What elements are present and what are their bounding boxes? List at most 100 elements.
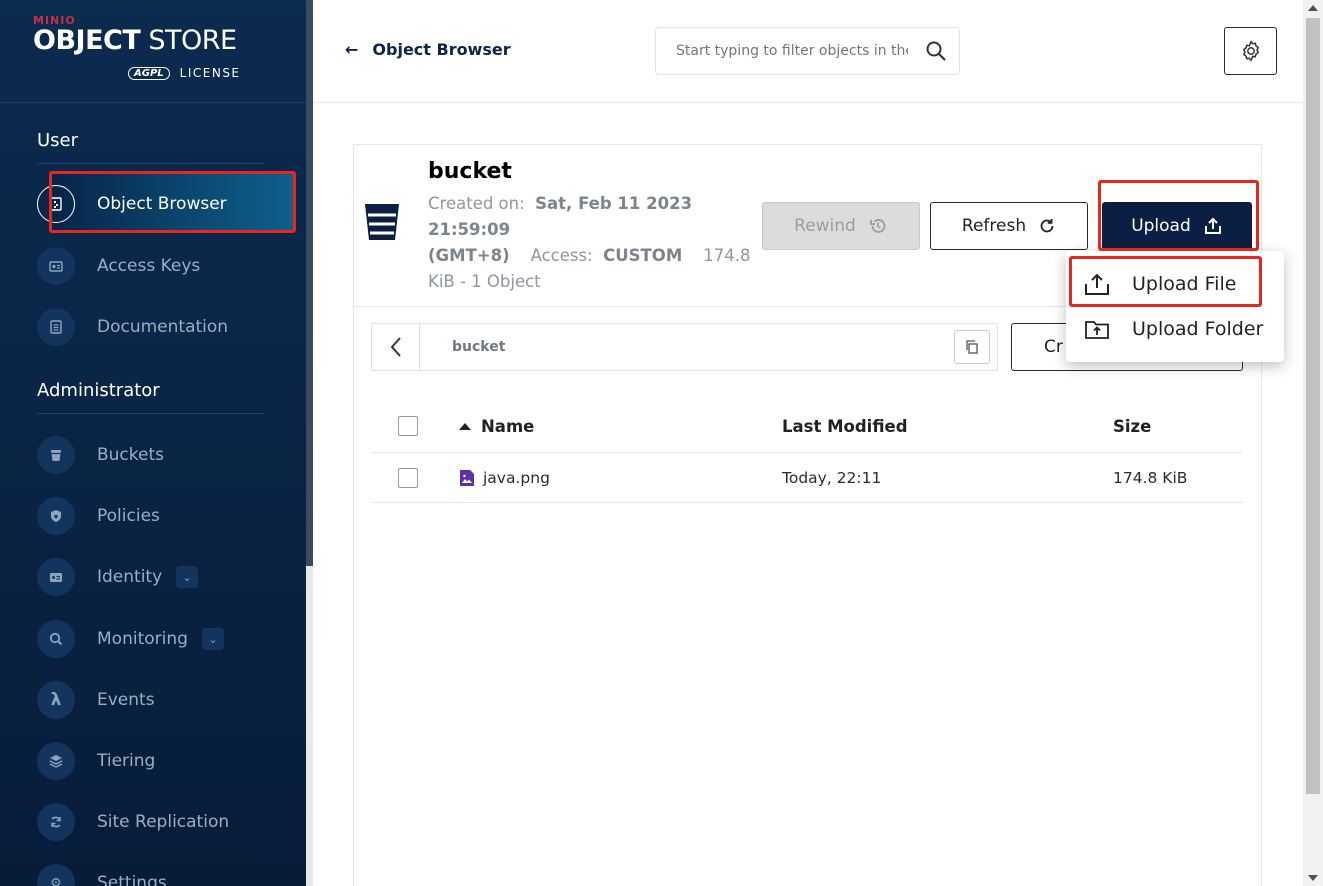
rewind-label: Rewind <box>794 216 856 236</box>
buckets-icon <box>37 436 75 474</box>
page-title: Object Browser <box>372 40 511 59</box>
site-replication-icon <box>37 803 75 841</box>
sidebar: MINIO OBJECT STORE AGPL LICENSE User Obj… <box>0 0 306 886</box>
sidebar-item-object-browser[interactable]: Object Browser <box>37 184 227 224</box>
divider <box>37 413 264 414</box>
tiering-icon <box>37 742 75 780</box>
breadcrumb-path[interactable]: bucket <box>452 339 505 355</box>
chevron-left-icon <box>390 337 401 357</box>
objects-table: Name Last Modified Size java.png Today, … <box>371 400 1243 503</box>
minio-logo[interactable]: MINIO OBJECT STORE AGPL LICENSE <box>33 14 273 94</box>
sidebar-item-events[interactable]: λ Events <box>37 680 155 720</box>
upload-button[interactable]: Upload <box>1102 202 1252 250</box>
upload-file-icon <box>1085 273 1109 295</box>
bucket-meta: Created on: Sat, Feb 11 2023 21:59:09 (G… <box>428 191 758 295</box>
chevron-down-icon[interactable]: ⌄ <box>176 566 199 588</box>
search-box[interactable] <box>655 27 960 75</box>
size-column-header[interactable]: Size <box>1113 417 1151 436</box>
license-label: LICENSE <box>179 66 241 80</box>
license-badge: AGPL LICENSE <box>128 66 241 80</box>
back-to-object-browser[interactable]: ← Object Browser <box>345 40 511 59</box>
gear-icon <box>1242 40 1259 62</box>
image-file-icon <box>460 469 474 486</box>
refresh-button[interactable]: Refresh <box>930 202 1088 250</box>
sidebar-item-label: Documentation <box>97 317 229 337</box>
monitoring-icon <box>37 620 75 658</box>
sidebar-item-documentation[interactable]: Documentation <box>37 307 228 347</box>
agpl-logo: AGPL <box>128 66 170 80</box>
top-header: ← Object Browser <box>313 0 1303 103</box>
sidebar-item-settings[interactable]: ⚙ Settings <box>37 863 167 886</box>
object-name: java.png <box>459 469 550 487</box>
copy-path-button[interactable] <box>954 330 990 364</box>
sidebar-item-label: Settings <box>97 873 167 886</box>
sidebar-item-label: Events <box>97 690 155 710</box>
documentation-icon <box>37 308 75 346</box>
created-label: Created on: <box>428 194 525 213</box>
policies-icon <box>37 497 75 535</box>
last-modified-column-header[interactable]: Last Modified <box>782 417 908 436</box>
upload-folder-icon <box>1085 321 1109 339</box>
object-size: 174.8 KiB <box>1113 468 1188 487</box>
sidebar-item-label: Monitoring <box>97 629 188 649</box>
access-keys-icon <box>37 247 75 285</box>
upload-folder-label: Upload Folder <box>1132 318 1264 340</box>
divider <box>37 163 264 164</box>
search-icon[interactable] <box>925 40 947 62</box>
search-input[interactable] <box>676 43 908 59</box>
refresh-label: Refresh <box>961 216 1027 236</box>
access-value: CUSTOM <box>603 246 683 265</box>
breadcrumb-back-button[interactable] <box>372 324 420 370</box>
sidebar-item-label: Site Replication <box>97 812 230 832</box>
scrollbar-thumb[interactable] <box>306 0 313 566</box>
sidebar-scrollbar[interactable] <box>306 0 313 886</box>
rewind-button[interactable]: Rewind <box>762 202 920 250</box>
chevron-down-icon[interactable]: ⌄ <box>201 628 224 650</box>
identity-icon <box>37 558 75 596</box>
section-title-user: User <box>37 130 79 151</box>
row-checkbox[interactable] <box>398 467 418 488</box>
scroll-down-arrow-icon[interactable] <box>1308 875 1318 881</box>
upload-label: Upload <box>1131 216 1191 236</box>
upload-file-label: Upload File <box>1132 273 1237 295</box>
arrow-left-icon: ← <box>345 40 359 59</box>
bucket-icon <box>365 204 399 240</box>
sidebar-item-label: Object Browser <box>97 194 227 214</box>
scroll-up-arrow-icon[interactable] <box>1308 5 1318 11</box>
upload-menu: Upload File Upload Folder <box>1066 251 1284 362</box>
page-scrollbar[interactable] <box>1303 0 1323 886</box>
sort-ascending-icon <box>459 422 471 430</box>
breadcrumb: bucket <box>371 323 998 371</box>
section-title-administrator: Administrator <box>37 380 160 401</box>
sidebar-item-label: Buckets <box>97 445 165 465</box>
sidebar-item-identity[interactable]: Identity ⌄ <box>37 557 199 597</box>
sidebar-item-label: Access Keys <box>97 256 201 276</box>
name-column-header[interactable]: Name <box>459 417 534 436</box>
sidebar-item-policies[interactable]: Policies <box>37 496 160 536</box>
sidebar-item-tiering[interactable]: Tiering <box>37 741 155 781</box>
sidebar-item-label: Policies <box>97 506 160 526</box>
table-row[interactable]: java.png Today, 22:11 174.8 KiB <box>371 453 1243 503</box>
bucket-name: bucket <box>428 159 512 184</box>
refresh-icon <box>1040 219 1054 233</box>
upload-icon <box>1204 217 1221 234</box>
sidebar-item-monitoring[interactable]: Monitoring ⌄ <box>37 619 224 659</box>
sidebar-item-access-keys[interactable]: Access Keys <box>37 246 200 286</box>
sidebar-item-buckets[interactable]: Buckets <box>37 435 164 475</box>
table-header: Name Last Modified Size <box>371 400 1243 453</box>
object-browser-icon <box>37 185 75 223</box>
lambda-icon: λ <box>37 681 75 719</box>
history-icon <box>869 219 886 233</box>
sidebar-item-site-replication[interactable]: Site Replication <box>37 802 229 842</box>
upload-file-menu-item[interactable]: Upload File <box>1066 262 1284 306</box>
select-all-checkbox[interactable] <box>398 416 418 436</box>
upload-folder-menu-item[interactable]: Upload Folder <box>1066 307 1284 351</box>
brand-product: OBJECT STORE <box>33 25 237 56</box>
sidebar-item-label: Identity <box>97 567 163 587</box>
divider <box>0 102 306 103</box>
access-label: Access: <box>530 246 593 265</box>
create-label: Cr <box>1044 337 1063 357</box>
object-modified: Today, 22:11 <box>782 468 882 487</box>
scrollbar-thumb[interactable] <box>1306 18 1320 794</box>
settings-button[interactable] <box>1224 27 1277 75</box>
